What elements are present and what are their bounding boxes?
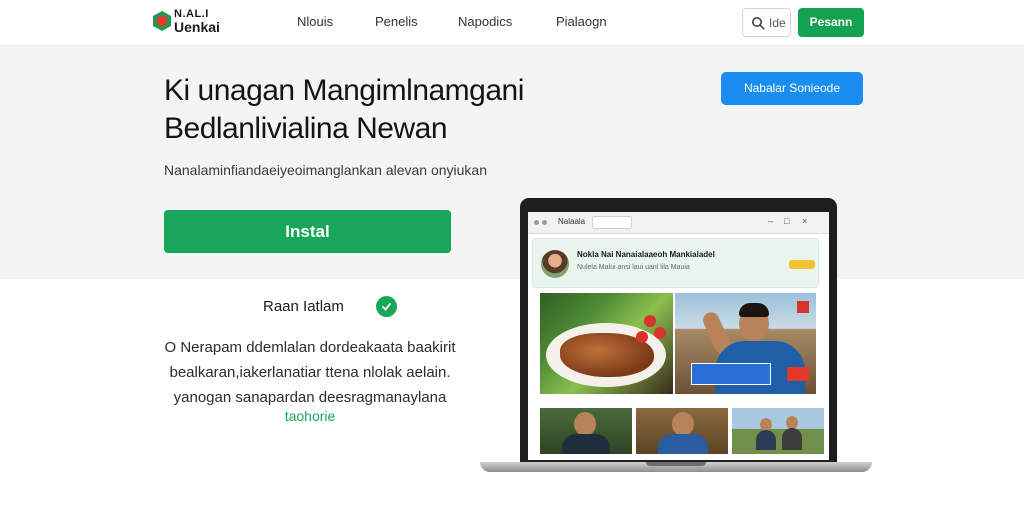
feature-description-line-2: bealkaran,iakerlanatiar ttena nlolak ael…	[169, 364, 451, 381]
top-navbar: N.AL.I Uenkai Nlouis Penelis Napodics Pi…	[0, 0, 1024, 46]
thumbnail-1[interactable]	[540, 408, 632, 454]
check-icon	[382, 303, 391, 311]
browser-dot	[542, 220, 547, 225]
install-button[interactable]: Instal	[164, 210, 451, 253]
tomato-shape	[636, 331, 648, 343]
brand-logo[interactable]: N.AL.I Uenkai	[152, 7, 232, 37]
site-badge	[789, 260, 815, 269]
header-cta-button[interactable]: Pesann	[798, 8, 864, 37]
food-image	[540, 293, 673, 394]
feature-description: O Nerapam ddemlalan dordeakaata baakirit…	[160, 335, 460, 410]
hero-title-line-2: Bedlanlivialina Newan	[164, 112, 448, 145]
feature-label: Raan Iatlam	[263, 298, 344, 315]
feature-link[interactable]: taohorie	[160, 408, 460, 424]
image-overlay-tag	[691, 363, 771, 385]
laptop-notch	[646, 462, 706, 466]
brand-logo-icon	[153, 11, 171, 31]
laptop-lid: Nalaala – □ × Nokla Nai Nanaialaaeoh Man…	[520, 198, 837, 464]
search-icon	[752, 17, 765, 30]
feature-description-line-1: O Nerapam ddemlalan dordeakaata baakirit	[164, 339, 456, 356]
tomato-shape	[654, 327, 666, 339]
site-meta: Nulela Malui ansi laui uanl lila Mauia	[577, 264, 690, 271]
thumbnail-head-shape	[574, 412, 596, 436]
search-button-label: Ide	[769, 16, 786, 30]
nav-link-1[interactable]: Nlouis	[297, 14, 333, 29]
feature-description-line-3: yanogan sanapardan deesragmanaylana	[173, 389, 447, 406]
site-title: Nokla Nai Nanaialaaeoh Mankialadel	[577, 250, 715, 259]
check-badge	[376, 296, 397, 317]
thumbnail-head-shape	[672, 412, 694, 436]
thumbnail-3[interactable]	[732, 408, 824, 454]
search-button[interactable]: Ide	[742, 8, 791, 37]
secondary-cta-button[interactable]: Nabalar Sonieode	[721, 72, 863, 105]
thumbnail-2[interactable]	[636, 408, 728, 454]
tomato-shape	[644, 315, 656, 327]
close-icon: ×	[802, 216, 808, 226]
nav-link-3[interactable]: Napodics	[458, 14, 512, 29]
nav-link-4[interactable]: Pialaogn	[556, 14, 607, 29]
hero-title: Ki unagan Mangimlnamgani Bedlanlivialina…	[164, 72, 584, 148]
minimize-icon: –	[768, 216, 774, 226]
browser-toolbar: Nalaala – □ ×	[528, 212, 829, 234]
browser-address-bar	[592, 216, 632, 229]
person-hair-shape	[739, 303, 769, 317]
maximize-icon: □	[784, 216, 790, 226]
flag-shape	[797, 301, 809, 313]
thumbnail-body-shape	[658, 434, 708, 454]
hero-subtitle: Nanalaminfiandaeiyeoimanglankan alevan o…	[164, 162, 487, 178]
person-image	[675, 293, 816, 394]
image-overlay-badge	[787, 367, 809, 381]
site-header-card: Nokla Nai Nanaialaaeoh Mankialadel Nulel…	[532, 238, 819, 288]
nav-link-2[interactable]: Penelis	[375, 14, 418, 29]
thumbnail-body-shape	[562, 434, 610, 454]
hero-title-line-1: Ki unagan Mangimlnamgani	[164, 74, 524, 107]
thumbnail-body-shape	[782, 428, 802, 450]
thumbnail-body-shape	[756, 430, 776, 450]
app-page: N.AL.I Uenkai Nlouis Penelis Napodics Pi…	[0, 0, 1024, 512]
brand-name: Uenkai	[174, 19, 220, 35]
laptop-screen: Nalaala – □ × Nokla Nai Nanaialaaeoh Man…	[528, 212, 829, 460]
browser-dot	[534, 220, 539, 225]
laptop-mockup: Nalaala – □ × Nokla Nai Nanaialaaeoh Man…	[480, 198, 872, 480]
avatar	[541, 250, 569, 278]
